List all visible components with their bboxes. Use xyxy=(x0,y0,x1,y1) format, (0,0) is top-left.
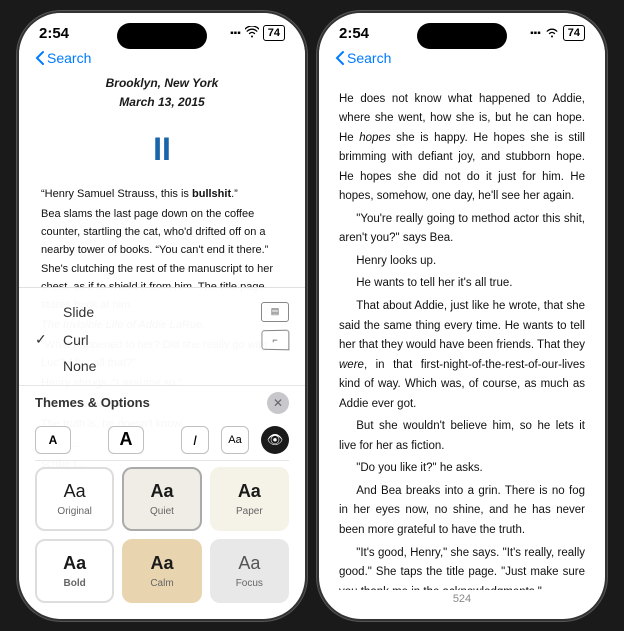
theme-calm-aa: Aa xyxy=(150,553,173,574)
nav-bar-right[interactable]: Search xyxy=(319,46,605,74)
signal-icon-right: ▪▪▪ xyxy=(530,28,541,39)
book-para-1: “Henry Samuel Strauss, this is bullshit.… xyxy=(41,185,283,203)
close-button[interactable]: ✕ xyxy=(267,392,289,414)
none-label: None xyxy=(63,358,96,374)
themes-header: Themes & Options ✕ xyxy=(35,392,289,414)
theme-bold-aa: Aa xyxy=(63,553,86,574)
font-controls: A A I Aa 👁 xyxy=(35,420,289,461)
font-extra-controls: I Aa 👁 xyxy=(181,426,289,454)
eye-button[interactable]: 👁 xyxy=(261,426,289,454)
scroll-option-none[interactable]: ✓ None xyxy=(35,354,289,379)
time-right: 2:54 xyxy=(339,25,369,42)
page-number: 524 xyxy=(319,593,605,605)
back-button-right[interactable]: Search xyxy=(335,50,391,66)
theme-original-label: Original xyxy=(57,506,91,517)
read-para-3: Henry looks up. xyxy=(339,252,585,272)
theme-quiet[interactable]: Aa Quiet xyxy=(122,467,201,531)
theme-paper[interactable]: Aa Paper xyxy=(210,467,289,531)
read-para-1: He does not know what happened to Addie,… xyxy=(339,90,585,207)
reading-content: He does not know what happened to Addie,… xyxy=(319,74,605,590)
themes-title: Themes & Options xyxy=(35,395,150,410)
dynamic-island-right xyxy=(417,23,507,49)
time-left: 2:54 xyxy=(39,25,69,42)
checkmark-curl: ✓ xyxy=(35,331,55,348)
read-para-5: That about Addie, just like he wrote, th… xyxy=(339,297,585,414)
curl-label: Curl xyxy=(63,332,89,348)
font-decrease-button[interactable]: A xyxy=(35,426,71,454)
theme-bold[interactable]: Aa Bold xyxy=(35,539,114,603)
book-location: Brooklyn, New York xyxy=(41,74,283,93)
left-phone: 2:54 ▪▪▪ 74 Search xyxy=(17,11,307,621)
status-icons-right: ▪▪▪ 74 xyxy=(530,25,585,41)
slide-label: Slide xyxy=(63,304,94,320)
book-header: Brooklyn, New York March 13, 2015 xyxy=(41,74,283,112)
phones-container: 2:54 ▪▪▪ 74 Search xyxy=(17,11,607,621)
font-alt-button[interactable]: Aa xyxy=(221,426,249,454)
font-style-button[interactable]: I xyxy=(181,426,209,454)
bottom-panel: ✓ Slide ▤ ✓ Curl ⌐ ✓ None xyxy=(19,287,305,619)
theme-paper-label: Paper xyxy=(236,506,263,517)
scroll-option-curl[interactable]: ✓ Curl ⌐ xyxy=(35,326,289,354)
read-para-8: And Bea breaks into a grin. There is no … xyxy=(339,482,585,541)
scroll-option-slide[interactable]: ✓ Slide ▤ xyxy=(35,298,289,326)
read-para-4: He wants to tell her it's all true. xyxy=(339,274,585,294)
wifi-icon xyxy=(245,26,259,41)
dynamic-island-left xyxy=(117,23,207,49)
theme-original-aa: Aa xyxy=(64,481,86,502)
back-button-left[interactable]: Search xyxy=(35,50,91,66)
read-para-6: But she wouldn't believe him, so he lets… xyxy=(339,417,585,456)
signal-icon: ▪▪▪ xyxy=(230,28,241,39)
themes-section: Themes & Options ✕ A A I Aa 👁 Aa xyxy=(19,386,305,619)
theme-bold-label: Bold xyxy=(64,578,86,589)
theme-grid: Aa Original Aa Quiet Aa Paper Aa Bold xyxy=(35,461,289,615)
chapter-numeral: II xyxy=(41,124,283,175)
theme-paper-aa: Aa xyxy=(238,481,261,502)
theme-focus-aa: Aa xyxy=(238,553,260,574)
wifi-icon-right xyxy=(545,26,559,41)
battery-icon: 74 xyxy=(263,25,285,41)
theme-focus[interactable]: Aa Focus xyxy=(210,539,289,603)
nav-bar-left[interactable]: Search xyxy=(19,46,305,74)
status-icons-left: ▪▪▪ 74 xyxy=(230,25,285,41)
right-phone: 2:54 ▪▪▪ 74 Search xyxy=(317,11,607,621)
read-para-9: "It's good, Henry," she says. "It's real… xyxy=(339,544,585,590)
battery-icon-right: 74 xyxy=(563,25,585,41)
curl-icon: ⌐ xyxy=(261,329,289,350)
theme-quiet-label: Quiet xyxy=(150,506,174,517)
scroll-options: ✓ Slide ▤ ✓ Curl ⌐ ✓ None xyxy=(19,288,305,386)
slide-icon: ▤ xyxy=(261,302,289,322)
theme-calm-label: Calm xyxy=(150,578,173,589)
read-para-2: "You're really going to method actor thi… xyxy=(339,210,585,249)
theme-focus-label: Focus xyxy=(236,578,263,589)
theme-calm[interactable]: Aa Calm xyxy=(122,539,201,603)
book-date: March 13, 2015 xyxy=(41,93,283,112)
theme-original[interactable]: Aa Original xyxy=(35,467,114,531)
read-para-7: "Do you like it?" he asks. xyxy=(339,459,585,479)
theme-quiet-aa: Aa xyxy=(150,481,173,502)
font-increase-button[interactable]: A xyxy=(108,426,144,454)
